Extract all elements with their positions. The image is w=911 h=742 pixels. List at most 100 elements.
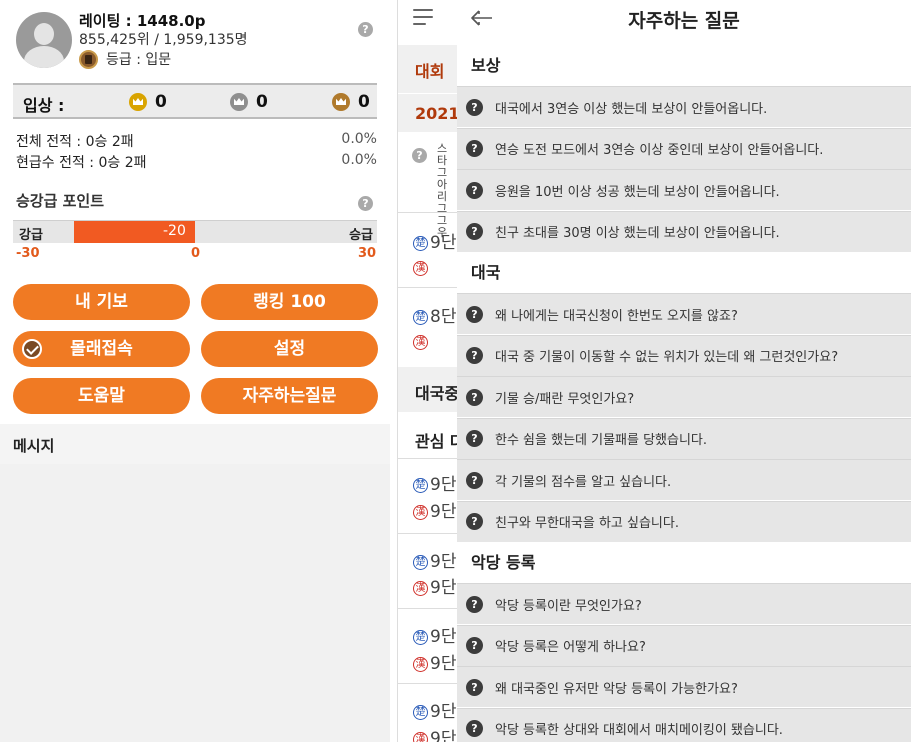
question-icon: ? xyxy=(466,223,483,240)
tournament-tab[interactable]: 대회 xyxy=(415,58,444,82)
cho-piece-icon: 楚 xyxy=(413,310,428,325)
promote-label: 승급 xyxy=(349,228,373,243)
playing-label: 대국중 xyxy=(415,384,457,403)
faq-question-text: 응원을 10번 이상 성공 했는데 보상이 안들어옵니다. xyxy=(495,184,780,200)
faq-question-text: 연승 도전 모드에서 3연승 이상 중인데 보상이 안들어옵니다. xyxy=(495,143,824,158)
faq-item[interactable]: ? 한수 쉼을 했는데 기물패를 당했습니다. xyxy=(457,417,911,459)
faq-button[interactable]: 자주하는질문 xyxy=(201,378,378,414)
bronze-count: 0 xyxy=(358,92,370,112)
silver-crown-icon xyxy=(230,93,248,111)
list-item[interactable]: 楚 9단 xyxy=(413,697,456,722)
han-piece-icon: 漢 xyxy=(413,261,428,276)
faq-item[interactable]: ? 응원을 10번 이상 성공 했는데 보상이 안들어옵니다. xyxy=(457,169,911,210)
divider xyxy=(398,458,457,459)
faq-question-text: 왜 나에게는 대국신청이 한번도 오지를 않죠? xyxy=(495,308,738,324)
ranking-button[interactable]: 랭킹 100 xyxy=(201,284,378,320)
total-record-row: 전체 전적 : 0승 2패 0.0% xyxy=(16,131,377,151)
faq-item[interactable]: ? 악당 등록한 상대와 대회에서 매치메이킹이 됐습니다. xyxy=(457,707,911,742)
faq-question-text: 대국에서 3연승 이상 했는데 보상이 안들어옵니다. xyxy=(495,101,768,117)
playing-band: 대국중 xyxy=(398,367,457,412)
faq-question-text: 악당 등록이란 무엇인가요? xyxy=(495,598,642,614)
profile-help-icon[interactable]: ? xyxy=(358,22,373,37)
profile-panel: 레이팅 : 1448.0p 855,425위 / 1,959,135명 등급 :… xyxy=(0,0,390,742)
cho-piece-icon: 楚 xyxy=(413,705,428,720)
question-icon: ? xyxy=(466,513,483,530)
messages-section[interactable]: 메시지 xyxy=(0,424,390,464)
points-help-icon[interactable]: ? xyxy=(358,196,373,211)
list-item[interactable]: 漢 9단 xyxy=(413,573,456,598)
list-item[interactable]: 漢 9단 xyxy=(413,724,456,742)
faq-section-header: 악당 등록 xyxy=(457,542,911,583)
han-piece-icon: 漢 xyxy=(413,581,428,596)
question-icon: ? xyxy=(466,388,483,406)
cho-piece-icon: 楚 xyxy=(413,555,428,570)
list-item[interactable]: 楚 9단 xyxy=(413,622,456,647)
faq-item[interactable]: ? 대국 중 기물이 이동할 수 없는 위치가 있는데 왜 그런것인가요? xyxy=(457,334,911,376)
stealth-label: 몰래접속 xyxy=(70,339,133,359)
han-piece-icon: 漢 xyxy=(413,505,428,520)
menu-icon[interactable] xyxy=(413,9,433,30)
cho-piece-icon: 楚 xyxy=(413,630,428,645)
question-icon: ? xyxy=(466,347,483,364)
points-value: -20 xyxy=(163,223,186,239)
list-item[interactable]: 楚 9단 xyxy=(413,547,456,572)
avatar-body xyxy=(24,46,64,68)
faq-item[interactable]: ? 친구 초대를 30명 이상 했는데 보상이 안들어옵니다. xyxy=(457,210,911,252)
han-piece-icon: 漢 xyxy=(413,732,428,742)
silver-count: 0 xyxy=(256,92,268,112)
notice-line: 스타 xyxy=(437,142,448,167)
game-entry[interactable]: 楚 8단 xyxy=(413,302,456,327)
watch-label: 관심 대 xyxy=(415,432,457,451)
list-item[interactable]: 漢 9단 xyxy=(413,649,456,674)
list-item[interactable]: 漢 9단 xyxy=(413,497,456,522)
total-record-label: 전체 전적 : 0승 2패 xyxy=(16,134,134,150)
cho-piece-icon: 楚 xyxy=(413,478,428,493)
settings-button[interactable]: 설정 xyxy=(201,331,378,367)
han-piece-icon: 漢 xyxy=(413,657,428,672)
faq-item[interactable]: ? 친구와 무한대국을 하고 싶습니다. xyxy=(457,500,911,542)
rating-text: 레이팅 : 1448.0p xyxy=(79,12,206,30)
faq-question-text: 왜 대국중인 유저만 악당 등록이 가능한가요? xyxy=(495,681,738,697)
question-icon: ? xyxy=(466,637,483,654)
game-entry[interactable]: 漢 xyxy=(413,332,430,352)
tournament-tab-band: 대회 xyxy=(398,45,457,93)
game-entry[interactable]: 漢 xyxy=(413,258,430,278)
help-button[interactable]: 도움말 xyxy=(13,378,190,414)
grade-badge-icon xyxy=(79,49,98,69)
faq-item[interactable]: ? 기물 승/패란 무엇인가요? xyxy=(457,376,911,417)
game-entry[interactable]: 楚 9단 xyxy=(413,228,456,253)
list-rank: 9단 xyxy=(430,475,457,495)
avatar[interactable] xyxy=(16,12,72,68)
faq-question-text: 대국 중 기물이 이동할 수 없는 위치가 있는데 왜 그런것인가요? xyxy=(495,350,839,365)
faq-item[interactable]: ? 왜 나에게는 대국신청이 한번도 오지를 않죠? xyxy=(457,293,911,334)
question-icon: ? xyxy=(466,181,483,199)
bronze-crown-icon xyxy=(332,93,350,111)
question-icon: ? xyxy=(466,471,483,489)
faq-item[interactable]: ? 악당 등록은 어떻게 하나요? xyxy=(457,624,911,666)
game-rank: 9단 xyxy=(430,233,457,253)
question-icon: ? xyxy=(466,720,483,737)
list-rank: 9단 xyxy=(430,502,457,522)
faq-item[interactable]: ? 왜 대국중인 유저만 악당 등록이 가능한가요? xyxy=(457,666,911,707)
list-rank: 9단 xyxy=(430,552,457,572)
notice-help-icon: ? xyxy=(412,148,427,163)
grade-text: 등급 : 입문 xyxy=(106,52,172,68)
back-arrow-icon[interactable] xyxy=(471,10,493,26)
list-item[interactable]: 楚 9단 xyxy=(413,470,456,495)
faq-question-text: 기물 승/패란 무엇인가요? xyxy=(495,391,635,407)
faq-item[interactable]: ? 대국에서 3연승 이상 했는데 보상이 안들어옵니다. xyxy=(457,86,911,127)
divider xyxy=(398,683,457,684)
question-icon: ? xyxy=(466,305,483,323)
year-label: 2021 xyxy=(415,104,457,123)
faq-item[interactable]: ? 악당 등록이란 무엇인가요? xyxy=(457,583,911,624)
faq-item[interactable]: ? 각 기물의 점수를 알고 싶습니다. xyxy=(457,459,911,500)
faq-question-text: 악당 등록한 상대와 대회에서 매치메이킹이 됐습니다. xyxy=(495,723,783,738)
list-rank: 9단 xyxy=(430,627,457,647)
year-band: 2021 xyxy=(398,94,457,132)
faq-item[interactable]: ? 연승 도전 모드에서 3연승 이상 중인데 보상이 안들어옵니다. xyxy=(457,127,911,169)
cho-piece-icon: 楚 xyxy=(413,236,428,251)
question-icon: ? xyxy=(466,140,483,157)
stealth-toggle-button[interactable]: 몰래접속 xyxy=(13,331,190,367)
my-records-button[interactable]: 내 기보 xyxy=(13,284,190,320)
list-rank: 9단 xyxy=(430,578,457,598)
